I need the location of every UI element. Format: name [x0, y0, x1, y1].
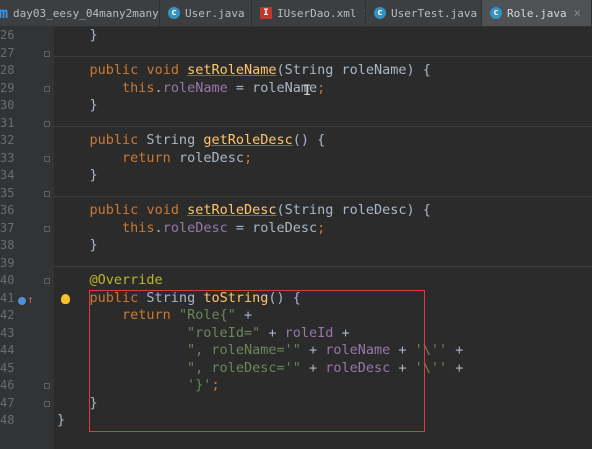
tab-label: User.java [185, 6, 245, 20]
tab-label: IUserDao.xml [277, 6, 357, 20]
code-text: (String roleName) { [276, 62, 431, 78]
code-text: . [154, 219, 163, 236]
method-separator [54, 126, 592, 127]
tab-role-java[interactable]: c Role.java × [482, 0, 592, 26]
lightbulb-icon[interactable] [61, 294, 70, 304]
class-icon: c [168, 7, 180, 19]
code-text: . [154, 79, 163, 96]
code-editor[interactable]: 2526272829303132333435363738394041424344… [0, 27, 592, 449]
code-line: return roleDesc; [0, 150, 592, 168]
method-separator [54, 266, 592, 267]
gutter-line: 39 [0, 255, 592, 273]
tab-user-java[interactable]: c User.java × [160, 0, 252, 26]
highlight-box [89, 290, 425, 432]
tab-iuserdao-xml[interactable]: I IUserDao.xml × [252, 0, 366, 26]
code-line: @Override [0, 272, 592, 290]
tab-day03-module[interactable]: m day03_eesy_04many2many × [0, 0, 160, 26]
implements-arrow-icon[interactable]: ↑ [27, 293, 34, 306]
class-icon: c [490, 7, 502, 19]
code-line: public void setRoleName(String roleName)… [0, 62, 592, 80]
closing-brace: } [57, 167, 98, 183]
code-text: (String roleDesc) { [276, 202, 431, 218]
tab-label: UserTest.java [391, 6, 478, 20]
override-marker-icon[interactable] [18, 297, 26, 305]
code-text: () { [292, 132, 326, 148]
closing-brace: } [57, 412, 66, 428]
keyword: void [146, 202, 179, 218]
gutter-line: 35 [0, 185, 592, 203]
code-line: this.roleDesc = roleDesc; [0, 220, 592, 238]
text-cursor-icon: I [303, 83, 312, 99]
xml-icon: I [260, 7, 272, 19]
field-name: roleName [162, 79, 228, 96]
keyword: this [122, 219, 155, 236]
closing-brace: } [57, 237, 98, 253]
code-text: String [138, 132, 204, 148]
code-text: + [447, 359, 464, 376]
line-number: 31 [0, 115, 15, 130]
semicolon: ; [243, 149, 253, 166]
closing-brace: } [57, 97, 98, 113]
keyword: public [89, 62, 139, 78]
keyword: public [89, 132, 139, 148]
field-name: roleDesc [162, 219, 228, 236]
editor-tab-bar: m day03_eesy_04many2many × c User.java ×… [0, 0, 592, 27]
method-name: getRoleDesc [203, 132, 293, 148]
code-line: this.roleName = roleName; [0, 80, 592, 98]
code-line: } [0, 167, 592, 185]
keyword: public [89, 202, 139, 218]
fold-marker-icon[interactable] [44, 50, 50, 57]
gutter-line: 31 [0, 115, 592, 133]
code-line: public String getRoleDesc() { [0, 132, 592, 150]
method-name: setRoleDesc [187, 202, 277, 218]
keyword: void [146, 62, 179, 78]
code-line: public void setRoleDesc(String roleDesc)… [0, 202, 592, 220]
gutter-line: 27 [0, 45, 592, 63]
tab-usertest-java[interactable]: c UserTest.java × [366, 0, 482, 26]
tab-label: Role.java [507, 6, 567, 20]
closing-brace: } [57, 27, 98, 43]
fold-marker-icon[interactable] [44, 120, 50, 127]
line-number: 39 [0, 255, 15, 270]
method-name: setRoleName [187, 62, 277, 78]
code-line: } [0, 237, 592, 255]
code-text: = roleDesc [227, 219, 318, 236]
tab-label: day03_eesy_04many2many [13, 6, 159, 20]
fold-marker-icon[interactable] [44, 190, 50, 197]
code-text: roleDesc [170, 149, 244, 166]
method-separator [54, 196, 592, 197]
keyword: this [122, 79, 155, 96]
maven-icon: m [0, 4, 8, 22]
code-text: + [447, 342, 464, 358]
class-icon: c [374, 7, 386, 19]
line-number: 27 [0, 45, 15, 60]
semicolon: ; [317, 79, 326, 96]
close-icon[interactable]: × [574, 6, 581, 20]
keyword: return [122, 149, 171, 166]
code-line: } [0, 27, 592, 45]
method-separator [54, 56, 592, 57]
annotation: @Override [89, 272, 163, 288]
line-number: 35 [0, 185, 15, 200]
code-line: } [0, 97, 592, 115]
semicolon: ; [317, 219, 326, 236]
